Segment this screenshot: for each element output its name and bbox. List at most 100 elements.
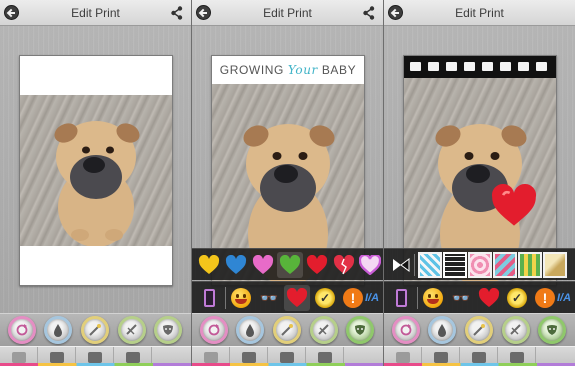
rotate-icon	[208, 324, 220, 336]
save-icon	[49, 351, 64, 363]
magic-wand-button[interactable]	[273, 316, 301, 344]
crop-icon	[126, 324, 137, 335]
green-heart-icon[interactable]	[277, 252, 303, 278]
tray-separator	[414, 254, 415, 276]
crop-button[interactable]	[502, 316, 530, 344]
filmstrip-border	[404, 56, 556, 78]
edit-print-screen-3: Edit Print 👓 ✓ ! I/A	[384, 0, 575, 366]
broken-heart-icon[interactable]	[331, 252, 357, 278]
yellow-heart-icon[interactable]	[196, 252, 222, 278]
theater-mask-icon	[163, 325, 173, 335]
red-heart-sticker[interactable]	[490, 183, 538, 228]
edit-print-screen-1: Edit Print	[0, 0, 191, 366]
smiley-category-icon[interactable]	[228, 285, 254, 311]
pink-heart-icon[interactable]	[250, 252, 276, 278]
tray-separator	[417, 287, 418, 309]
phone-category-icon[interactable]	[196, 285, 222, 311]
blue-heart-icon[interactable]	[223, 252, 249, 278]
share-icon[interactable]	[363, 6, 375, 20]
screen-title: Edit Print	[71, 6, 120, 20]
water-drop-icon	[246, 324, 254, 337]
theater-mask-icon	[355, 325, 365, 335]
edit-print-screen-2: Edit Print GROWING Your BABY 👓 ✓ ! I/A	[192, 0, 383, 366]
magic-wand-icon	[89, 324, 101, 336]
stickers-button[interactable]	[154, 316, 182, 344]
magic-wand-icon	[473, 324, 485, 336]
text-category-icon[interactable]: I/A	[551, 285, 575, 311]
red-heart-icon[interactable]	[304, 252, 330, 278]
gallery-icon	[317, 351, 332, 363]
magic-wand-icon	[281, 324, 293, 336]
edit-toolbar	[384, 313, 575, 346]
water-drop-button[interactable]	[44, 316, 72, 344]
water-drop-button[interactable]	[236, 316, 264, 344]
pattern-frame[interactable]	[493, 252, 517, 278]
title-bar: Edit Print	[192, 0, 383, 26]
rotate-button[interactable]	[392, 316, 420, 344]
banner-script-word: Your	[287, 63, 318, 77]
screen-title: Edit Print	[263, 6, 312, 20]
rotate-button[interactable]	[8, 316, 36, 344]
rotate-icon	[16, 324, 28, 336]
bottom-bar	[384, 346, 575, 366]
heart-category-icon[interactable]	[476, 285, 502, 311]
sticker-category-tray: 👓 ✓ ! I/A	[192, 281, 383, 313]
save-icon	[241, 351, 256, 363]
sticker-category-tray: 👓 ✓ ! I/A	[384, 281, 575, 313]
copy-icon	[11, 351, 26, 363]
purple-heart-icon[interactable]	[357, 252, 383, 278]
banner-left-word: GROWING	[219, 63, 284, 77]
print-preview[interactable]	[19, 55, 173, 286]
heart-category-icon[interactable]	[284, 285, 310, 311]
rotate-icon	[400, 324, 412, 336]
save-icon	[433, 351, 448, 363]
gallery-icon	[509, 351, 524, 363]
bow-frame-icon[interactable]	[388, 252, 414, 278]
crop-icon	[318, 324, 329, 335]
title-bar: Edit Print	[384, 0, 575, 26]
rotate-button[interactable]	[200, 316, 228, 344]
title-bar: Edit Print	[0, 0, 191, 26]
water-drop-icon	[438, 324, 446, 337]
banner-right-word: BABY	[321, 63, 357, 77]
floral-frame[interactable]	[468, 252, 492, 278]
printer-icon	[279, 351, 294, 363]
magic-wand-button[interactable]	[81, 316, 109, 344]
heart-sticker-tray	[192, 248, 383, 280]
water-drop-button[interactable]	[428, 316, 456, 344]
phone-category-icon[interactable]	[388, 285, 414, 311]
badge-category-icon[interactable]: ✓	[312, 285, 338, 311]
theater-mask-icon	[547, 325, 557, 335]
glasses-category-icon[interactable]: 👓	[448, 285, 474, 311]
smiley-category-icon[interactable]	[420, 285, 446, 311]
printer-icon	[471, 351, 486, 363]
edit-toolbar	[192, 313, 383, 346]
bottom-bar	[0, 346, 191, 366]
crop-button[interactable]	[310, 316, 338, 344]
stickers-button[interactable]	[538, 316, 566, 344]
water-drop-icon	[54, 324, 62, 337]
glasses-category-icon[interactable]: 👓	[256, 285, 282, 311]
crop-button[interactable]	[118, 316, 146, 344]
dog-photo	[20, 95, 172, 246]
badge-category-icon[interactable]: ✓	[504, 285, 530, 311]
tray-separator	[225, 287, 226, 309]
copy-icon	[203, 351, 218, 363]
screen-title: Edit Print	[455, 6, 504, 20]
gallery-icon	[125, 351, 140, 363]
share-icon[interactable]	[171, 6, 183, 20]
magic-wand-button[interactable]	[465, 316, 493, 344]
stickers-button[interactable]	[346, 316, 374, 344]
bottom-bar	[192, 346, 383, 366]
stripe-frame[interactable]	[518, 252, 542, 278]
printer-icon	[87, 351, 102, 363]
sky-pattern-frame[interactable]	[418, 252, 442, 278]
text-category-icon[interactable]: I/A	[359, 285, 383, 311]
film-frame[interactable]	[443, 252, 467, 278]
gold-frame[interactable]	[543, 252, 567, 278]
crop-icon	[510, 324, 521, 335]
banner-text: GROWING Your BABY	[212, 56, 364, 84]
copy-icon	[395, 351, 410, 363]
edit-toolbar	[0, 313, 191, 346]
frame-tray	[384, 248, 575, 280]
